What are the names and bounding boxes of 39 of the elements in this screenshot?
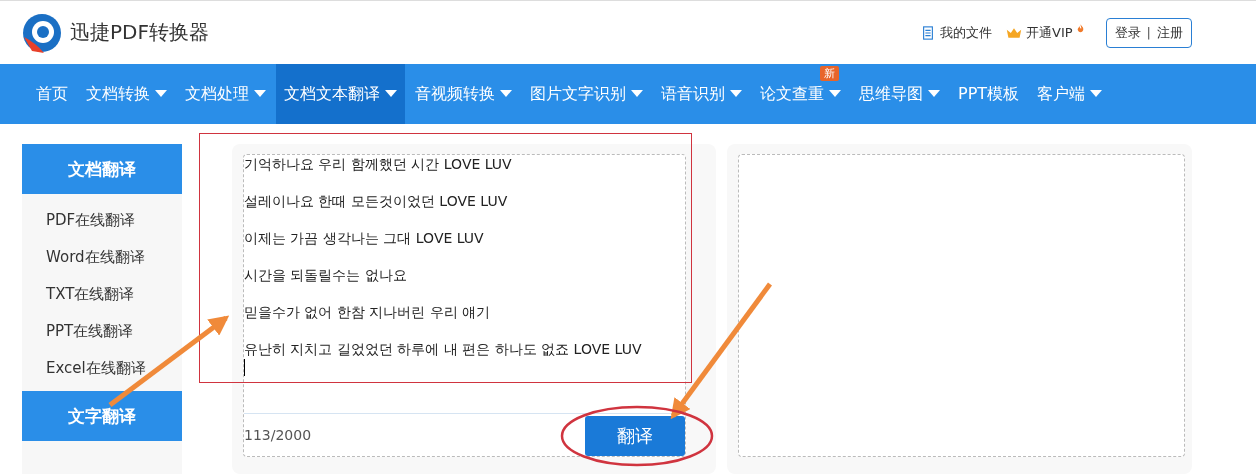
login-link[interactable]: 登录	[1114, 23, 1141, 42]
new-badge: 新	[820, 66, 839, 81]
text-line: 설레이나요 한때 모든것이었던 LOVE LUV	[244, 192, 508, 211]
text-input-field[interactable]: 기억하나요 우리 함께했던 시간 LOVE LUV 설레이나요 한때 모든것이었던 LOVE LUV 이제는 가끔 생각나는 그대 LOVE LUV 시간을 되돌릴수는 없나요 믿을수가 없어 한참 지나버린 우리 얘기 유난히 지치고 길었었던 하루에 내 편은 하나도 없죠 LOVE LUV 113/2000 翻译	[243, 154, 686, 457]
nav-tab[interactable]: 音视频转换	[407, 64, 520, 124]
text-line: 유난히 지치고 길었었던 하루에 내 편은 하나도 없죠 LOVE LUV	[244, 340, 642, 359]
text-line: 이제는 가끔 생각나는 그대 LOVE LUV	[244, 229, 484, 248]
translate-button[interactable]: 翻译	[585, 416, 685, 456]
sidebar-item[interactable]: TXT在线翻译	[46, 276, 182, 313]
text-line: 기억하나요 우리 함께했던 시간 LOVE LUV	[244, 155, 512, 174]
character-count: 113/2000	[244, 427, 312, 443]
flame-icon	[1076, 23, 1084, 33]
nav-tab[interactable]: 思维导图	[851, 64, 948, 124]
sidebar-item[interactable]: Word在线翻译	[46, 239, 182, 276]
vip-link[interactable]: 开通VIP	[1006, 23, 1084, 42]
text-cursor	[244, 359, 245, 376]
nav-tab[interactable]: 文档处理	[177, 64, 274, 124]
text-line: 시간을 되돌릴수는 없나요	[244, 266, 407, 285]
register-link[interactable]: 注册	[1157, 23, 1183, 42]
link-text: 我的文件	[940, 23, 993, 42]
nav-tab[interactable]: 文档文本翻译	[276, 64, 405, 124]
app-name: 迅捷PDF转换器	[70, 19, 209, 46]
nav-tab[interactable]: 首页	[28, 64, 76, 124]
nav-tab[interactable]: PPT模板	[950, 64, 1028, 124]
sidebar-item[interactable]: PDF在线翻译	[46, 202, 182, 239]
sidebar-heading: 文字翻译	[22, 391, 182, 441]
nav-tab[interactable]: 语音识别	[653, 64, 750, 124]
nav-tab[interactable]: 文档转换	[78, 64, 175, 124]
sidebar-item[interactable]: PPT在线翻译	[46, 313, 182, 350]
sidebar-heading: 文档翻译	[22, 144, 182, 194]
nav-tab[interactable]: 图片文字识别	[522, 64, 651, 124]
link-text: 开通VIP	[1026, 23, 1073, 42]
nav-tab[interactable]: 论文查重 新	[752, 64, 849, 124]
text-line: 믿을수가 없어 한참 지나버린 우리 얘기	[244, 303, 491, 322]
sidebar-item[interactable]: Excel在线翻译	[46, 350, 182, 387]
nav-tab[interactable]: 客户端	[1029, 64, 1111, 124]
my-files-link[interactable]: 我的文件	[920, 23, 993, 42]
logo-icon	[22, 12, 62, 53]
separator-text: |	[1146, 25, 1151, 40]
